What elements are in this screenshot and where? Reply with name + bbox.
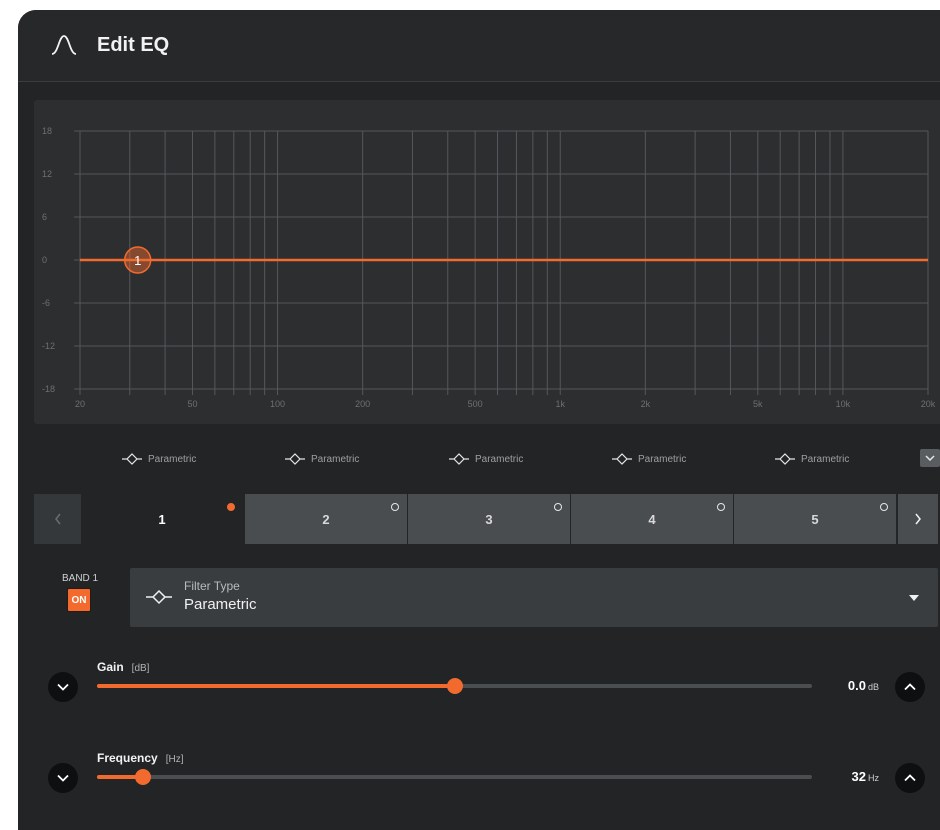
- caret-down-icon: [909, 595, 919, 601]
- gain-value-number: 0.0: [847, 678, 866, 693]
- x-tick-label: 20: [75, 399, 85, 409]
- chevron-left-icon: [54, 513, 61, 525]
- y-tick-label: 6: [42, 212, 47, 222]
- tab-label: 1: [158, 511, 166, 527]
- x-tick-label: 100: [270, 399, 285, 409]
- eq-editor-window: Edit EQ 18 12 6 0 -6 -12 -18 20 50 100 200 500 1k 2k 5…: [18, 10, 940, 830]
- band-inactive-indicator: [880, 503, 888, 511]
- x-tick-label: 500: [468, 399, 483, 409]
- x-tick-label: 5k: [753, 399, 763, 409]
- band-type-label: Parametric: [638, 453, 687, 465]
- x-tick-label: 10k: [836, 399, 851, 409]
- band-type-label: Parametric: [801, 453, 850, 465]
- tab-band-2[interactable]: 2: [245, 494, 407, 544]
- parametric-filter-icon: [612, 453, 632, 465]
- bell-curve-icon: [51, 35, 77, 55]
- parametric-filter-icon: [775, 453, 795, 465]
- page-title: Edit EQ: [97, 34, 170, 56]
- band-marker-label: 1: [134, 253, 141, 268]
- chevron-right-icon: [915, 513, 921, 525]
- tab-band-5[interactable]: 5: [734, 494, 896, 544]
- chevron-down-icon: [57, 774, 69, 782]
- band-on-toggle[interactable]: ON: [67, 588, 91, 612]
- tab-label: 2: [322, 511, 330, 527]
- gain-slider-thumb[interactable]: [446, 678, 463, 694]
- filter-type-select[interactable]: Filter Type Parametric: [130, 568, 938, 627]
- band-type-label: Parametric: [475, 453, 524, 465]
- band-inactive-indicator: [717, 503, 725, 511]
- x-tick-label: 200: [355, 399, 370, 409]
- frequency-decrease-button[interactable]: [48, 763, 78, 793]
- band-type-5: Parametric: [775, 450, 849, 468]
- chevron-up-icon: [904, 774, 916, 782]
- filter-type-label: Filter Type: [184, 579, 240, 593]
- collapse-button[interactable]: [920, 449, 940, 467]
- frequency-value-number: 32: [851, 769, 866, 784]
- gain-value: 0.0 dB: [819, 678, 879, 693]
- frequency-slider[interactable]: [97, 769, 812, 785]
- tab-label: 3: [485, 511, 493, 527]
- tab-label: 4: [648, 511, 656, 527]
- y-tick-label: -6: [42, 298, 50, 308]
- y-tick-label: -12: [42, 341, 55, 351]
- y-tick-label: -18: [42, 384, 55, 394]
- x-tick-label: 20k: [921, 399, 936, 409]
- gain-increase-button[interactable]: [895, 672, 925, 702]
- chevron-up-icon: [904, 683, 916, 691]
- gain-slider-fill: [97, 684, 455, 688]
- tab-band-4[interactable]: 4: [571, 494, 733, 544]
- parametric-filter-icon: [449, 453, 469, 465]
- gain-value-unit: dB: [867, 682, 879, 692]
- parametric-filter-icon: [146, 589, 172, 605]
- frequency-label: Frequency [Hz]: [97, 751, 183, 765]
- band-active-indicator: [227, 503, 235, 511]
- tab-band-1[interactable]: 1: [81, 494, 243, 544]
- filter-type-value: Parametric: [184, 596, 257, 613]
- frequency-name: Frequency: [97, 751, 158, 765]
- gain-name: Gain: [97, 660, 124, 674]
- chevron-down-icon: [925, 455, 935, 461]
- frequency-value: 32 Hz: [819, 769, 879, 784]
- x-tick-label: 1k: [555, 399, 565, 409]
- band-inactive-indicator: [391, 503, 399, 511]
- band-inactive-indicator: [554, 503, 562, 511]
- y-tick-label: 0: [42, 255, 47, 265]
- band-type-label: Parametric: [148, 453, 197, 465]
- frequency-increase-button[interactable]: [895, 763, 925, 793]
- parametric-filter-icon: [285, 453, 305, 465]
- band-type-1: Parametric: [122, 450, 196, 468]
- band-type-strip: Parametric Parametric Parametric Paramet…: [18, 446, 940, 472]
- tab-prev-button[interactable]: [34, 494, 81, 544]
- band-type-2: Parametric: [285, 450, 359, 468]
- tab-next-button[interactable]: [898, 494, 938, 544]
- eq-graph-svg: 18 12 6 0 -6 -12 -18 20 50 100 200 500 1k 2k 5k 10k 20k 1: [42, 126, 936, 409]
- band-type-label: Parametric: [311, 453, 360, 465]
- x-tick-label: 2k: [641, 399, 651, 409]
- band-type-3: Parametric: [449, 450, 523, 468]
- y-tick-label: 12: [42, 169, 52, 179]
- band-tabs: 1 2 3 4 5: [34, 494, 940, 544]
- header: Edit EQ: [18, 10, 940, 82]
- frequency-value-unit: Hz: [868, 773, 879, 783]
- chevron-down-icon: [57, 683, 69, 691]
- band-label: BAND 1: [62, 573, 99, 584]
- gain-decrease-button[interactable]: [48, 672, 78, 702]
- frequency-slider-thumb[interactable]: [135, 769, 152, 785]
- x-tick-label: 50: [187, 399, 197, 409]
- gain-label: Gain [dB]: [97, 660, 149, 674]
- gain-unit: [dB]: [131, 663, 150, 674]
- tab-label: 5: [811, 511, 819, 527]
- frequency-unit: [Hz]: [165, 754, 184, 765]
- band-type-4: Parametric: [612, 450, 686, 468]
- band-settings: BAND 1 ON Filter Type Parametric Gain [dB…: [18, 544, 940, 824]
- gain-slider[interactable]: [97, 678, 812, 694]
- tab-band-3[interactable]: 3: [408, 494, 570, 544]
- parametric-filter-icon: [122, 453, 142, 465]
- y-tick-label: 18: [42, 126, 52, 136]
- eq-graph[interactable]: 18 12 6 0 -6 -12 -18 20 50 100 200 500 1k 2k 5k 10k 20k 1: [34, 100, 940, 424]
